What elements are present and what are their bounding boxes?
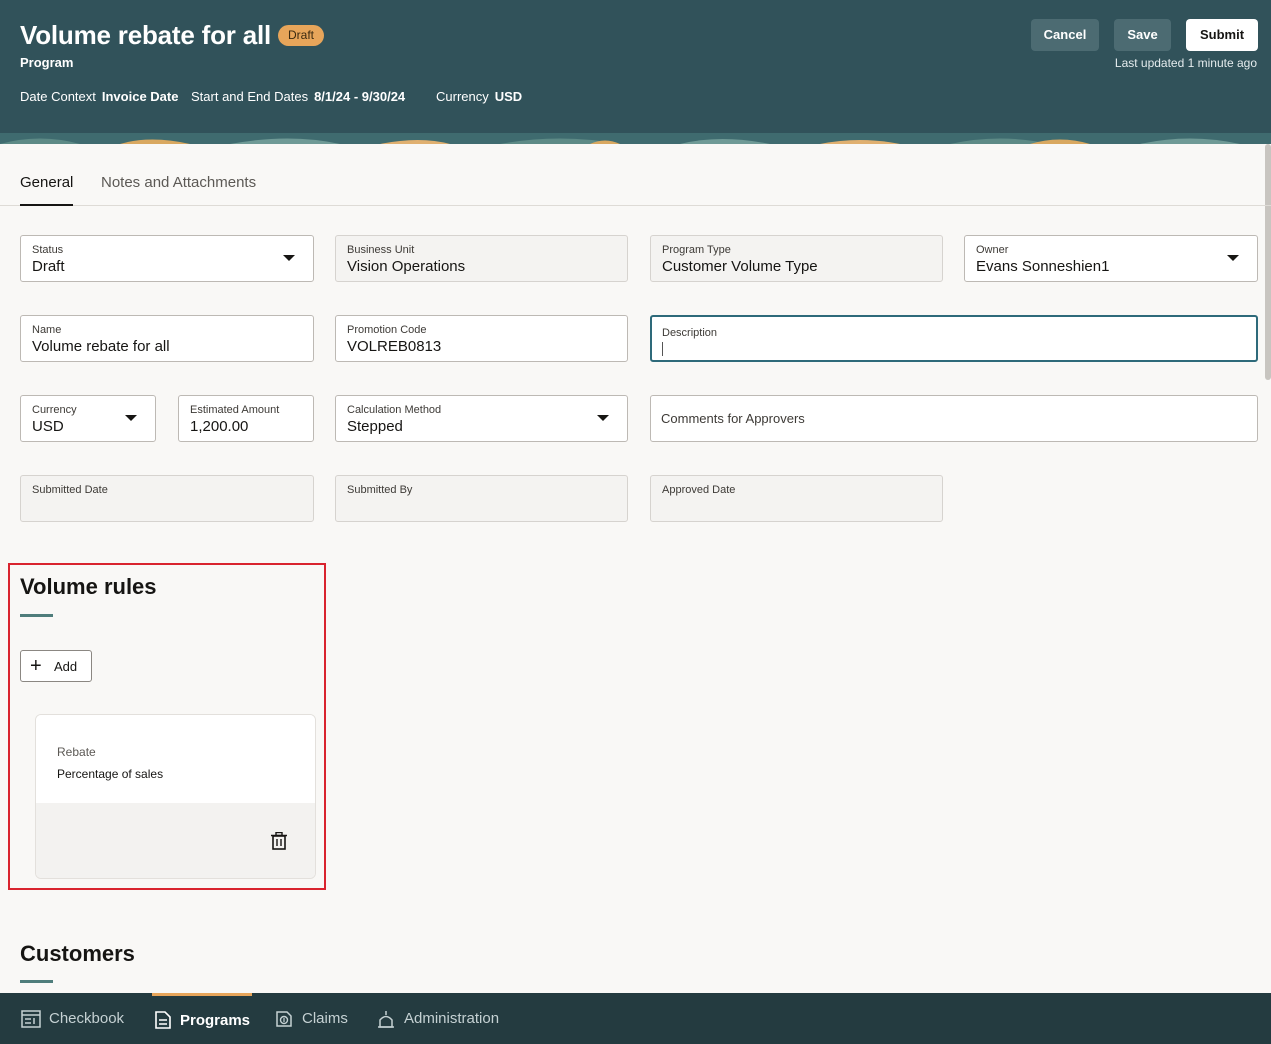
date-context-value: Invoice Date (101, 89, 179, 104)
programs-icon (155, 1011, 171, 1029)
status-label: Status (32, 244, 64, 256)
currency-meta-label: Currency (436, 89, 489, 104)
comments-for-approvers-field[interactable]: Comments for Approvers (650, 395, 1258, 442)
name-label: Name (32, 324, 62, 336)
currency-select[interactable]: Currency USD (20, 395, 156, 442)
business-unit-value: Vision Operations (347, 258, 466, 275)
date-context-meta: Date Context Invoice Date (20, 89, 178, 104)
nav-item-claims[interactable]: Claims (274, 993, 348, 1044)
currency-meta: Currency USD (436, 89, 522, 104)
plus-icon: + (30, 655, 42, 677)
customers-title: Customers (20, 941, 135, 966)
section-underline (20, 614, 53, 617)
promotion-code-value: VOLREB0813 (347, 338, 442, 355)
submitted-by-field: Submitted By (335, 475, 628, 522)
submitted-date-label: Submitted Date (32, 484, 108, 496)
claims-icon (276, 1010, 292, 1027)
dates-label: Start and End Dates (191, 89, 309, 104)
page-subtitle: Program (20, 55, 74, 70)
calculation-method-select[interactable]: Calculation Method Stepped (335, 395, 628, 442)
submitted-by-label: Submitted By (347, 484, 413, 496)
chevron-down-icon (125, 415, 137, 421)
tab-bar: General Notes and Attachments (0, 160, 1271, 206)
page-header: Volume rebate for all Draft Program Date… (0, 0, 1271, 144)
card-footer (36, 803, 315, 878)
estimated-amount-field[interactable]: Estimated Amount 1,200.00 (178, 395, 314, 442)
estimated-amount-label: Estimated Amount (190, 404, 280, 416)
nav-label-administration: Administration (404, 1010, 500, 1027)
promotion-code-label: Promotion Code (347, 324, 427, 336)
promotion-code-field[interactable]: Promotion Code VOLREB0813 (335, 315, 628, 362)
page-title: Volume rebate for all (20, 20, 272, 50)
calculation-method-label: Calculation Method (347, 404, 442, 416)
card-body: Rebate Percentage of sales (36, 715, 315, 803)
checkbook-icon (21, 1009, 41, 1028)
owner-label: Owner (976, 244, 1009, 256)
approved-date-field: Approved Date (650, 475, 943, 522)
chevron-down-icon (283, 255, 295, 261)
rebate-value: Percentage of sales (57, 767, 164, 781)
chevron-down-icon (1227, 255, 1239, 261)
bottom-navigation: Checkbook Programs Claims Administration (0, 993, 1271, 1044)
currency-value: USD (32, 418, 64, 435)
nav-item-administration[interactable]: Administration (376, 993, 499, 1044)
trash-icon[interactable] (271, 832, 287, 850)
dates-meta: Start and End Dates 8/1/24 - 9/30/24 (191, 89, 405, 104)
last-updated-text: Last updated 1 minute ago (1114, 56, 1257, 70)
dates-value: 8/1/24 - 9/30/24 (314, 89, 406, 104)
owner-value: Evans Sonneshien1 (976, 258, 1110, 275)
tab-general[interactable]: General (20, 174, 74, 206)
header-decoration (0, 133, 1271, 144)
owner-select[interactable]: Owner Evans Sonneshien1 (964, 235, 1258, 282)
tab-notes-and-attachments[interactable]: Notes and Attachments (101, 174, 256, 204)
status-select[interactable]: Status Draft (20, 235, 314, 282)
administration-icon (378, 1010, 394, 1028)
save-button[interactable]: Save (1114, 19, 1171, 51)
program-type-label: Program Type (662, 244, 731, 256)
add-label: Add (54, 659, 78, 674)
status-badge: Draft (278, 25, 325, 46)
cancel-button[interactable]: Cancel (1031, 19, 1099, 51)
business-unit-label: Business Unit (347, 244, 415, 256)
nav-item-programs[interactable]: Programs (152, 993, 253, 1044)
name-value: Volume rebate for all (32, 338, 170, 355)
chevron-down-icon (597, 415, 609, 421)
volume-rule-card[interactable]: Rebate Percentage of sales (35, 714, 316, 879)
comments-label: Comments for Approvers (661, 411, 805, 426)
currency-label: Currency (32, 404, 77, 416)
business-unit-field: Business Unit Vision Operations (335, 235, 628, 282)
description-field[interactable]: Description (650, 315, 1258, 362)
program-type-value: Customer Volume Type (662, 258, 818, 275)
nav-label-claims: Claims (302, 1010, 348, 1027)
submit-button[interactable]: Submit (1186, 19, 1258, 51)
currency-meta-value: USD (494, 89, 523, 104)
nav-label-checkbook: Checkbook (49, 1010, 125, 1027)
estimated-amount-value: 1,200.00 (190, 418, 249, 435)
name-field[interactable]: Name Volume rebate for all (20, 315, 314, 362)
add-volume-rule-button[interactable]: + Add (20, 650, 92, 682)
date-context-label: Date Context (20, 89, 96, 104)
approved-date-label: Approved Date (662, 484, 736, 496)
volume-rules-title: Volume rules (20, 574, 157, 599)
status-value: Draft (32, 258, 65, 275)
description-label: Description (662, 327, 718, 339)
submitted-date-field: Submitted Date (20, 475, 314, 522)
text-cursor (662, 342, 663, 356)
program-type-field: Program Type Customer Volume Type (650, 235, 943, 282)
section-underline (20, 980, 53, 983)
nav-label-programs: Programs (180, 1011, 251, 1029)
calculation-method-value: Stepped (347, 418, 403, 435)
nav-item-checkbook[interactable]: Checkbook (21, 993, 124, 1044)
rebate-label: Rebate (57, 745, 96, 759)
